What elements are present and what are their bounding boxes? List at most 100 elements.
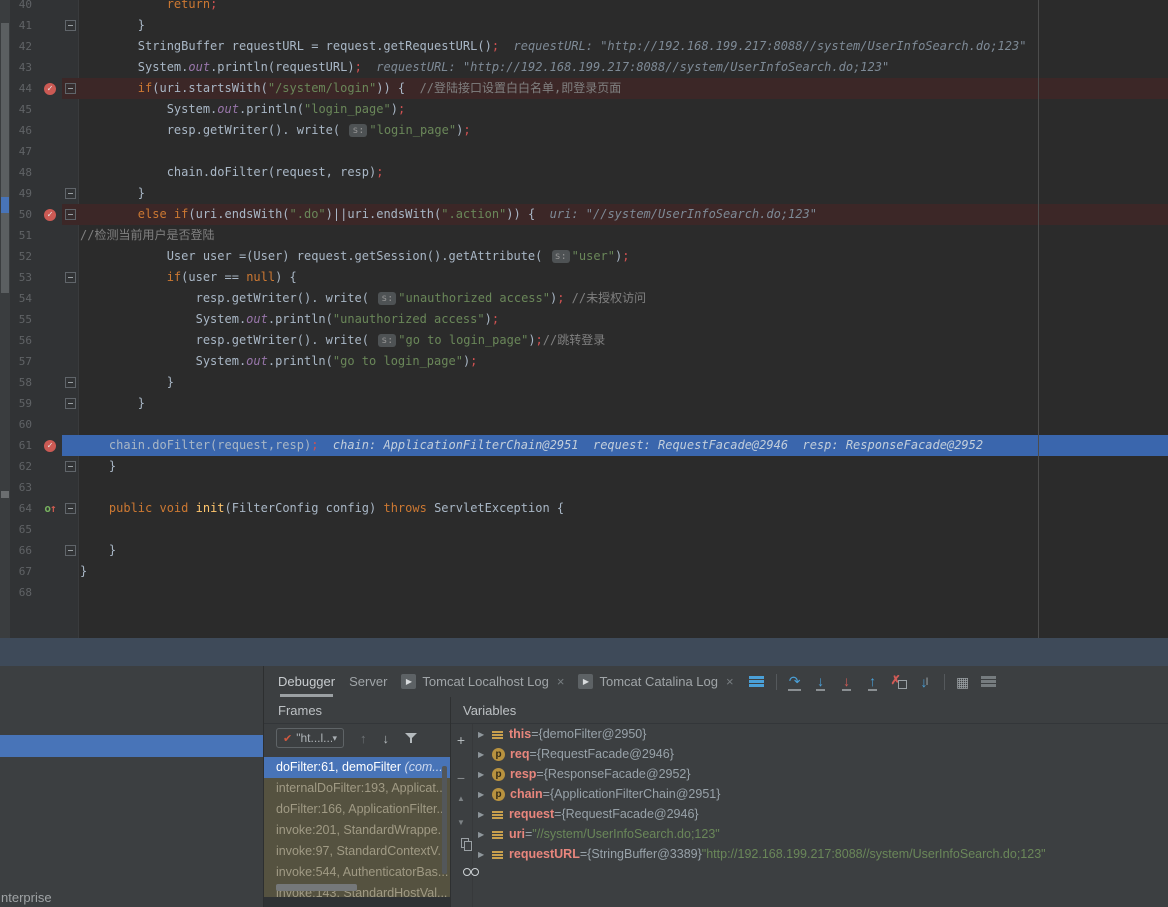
fold-column[interactable] <box>62 78 78 99</box>
gutter-icon-cell[interactable] <box>38 36 62 57</box>
left-tool-panel[interactable]: nterprise <box>0 666 263 907</box>
line-number[interactable]: 54 <box>10 288 38 309</box>
gutter-icon-cell[interactable]: ✓ <box>38 204 62 225</box>
code-line[interactable]: 59 } <box>10 393 1168 414</box>
fold-marker[interactable] <box>65 83 76 94</box>
gutter-icon-cell[interactable]: ✓ <box>38 435 62 456</box>
fold-column[interactable] <box>62 225 78 246</box>
line-number[interactable]: 41 <box>10 15 38 36</box>
fold-marker[interactable] <box>65 398 76 409</box>
gutter-icon-cell[interactable] <box>38 99 62 120</box>
code-line[interactable]: 68 <box>10 582 1168 603</box>
variable-row[interactable]: ▶requestURL = {StringBuffer@3389} "http:… <box>472 844 1168 864</box>
code-editor[interactable]: 40 return;41 }42 StringBuffer requestURL… <box>0 0 1168 638</box>
code-line[interactable]: 57 System.out.println("go to login_page"… <box>10 351 1168 372</box>
frame-row[interactable]: invoke:97, StandardContextV... <box>264 841 450 862</box>
fold-column[interactable] <box>62 561 78 582</box>
fold-column[interactable] <box>62 204 78 225</box>
line-number[interactable]: 48 <box>10 162 38 183</box>
gutter-icon-cell[interactable] <box>38 120 62 141</box>
fold-marker[interactable] <box>65 461 76 472</box>
line-number[interactable]: 66 <box>10 540 38 561</box>
line-number[interactable]: 57 <box>10 351 38 372</box>
code-line[interactable]: 62 } <box>10 456 1168 477</box>
fold-marker[interactable] <box>65 377 76 388</box>
code-line[interactable]: 65 <box>10 519 1168 540</box>
expand-arrow-icon[interactable]: ▶ <box>478 790 492 799</box>
code-line[interactable]: 58 } <box>10 372 1168 393</box>
line-number[interactable]: 50 <box>10 204 38 225</box>
fold-column[interactable] <box>62 435 78 456</box>
gutter-icon-cell[interactable] <box>38 477 62 498</box>
gutter-icon-cell[interactable] <box>38 162 62 183</box>
force-step-into-icon[interactable]: ↓ <box>838 673 856 691</box>
gutter-icon-cell[interactable] <box>38 414 62 435</box>
move-watch-down-icon[interactable]: ▼ <box>450 818 472 827</box>
fold-marker[interactable] <box>65 188 76 199</box>
code-line[interactable]: 45 System.out.println("login_page"); <box>10 99 1168 120</box>
code-line[interactable]: 66 } <box>10 540 1168 561</box>
gutter-icon-cell[interactable] <box>38 372 62 393</box>
move-watch-up-icon[interactable]: ▲ <box>450 794 472 803</box>
fold-column[interactable] <box>62 15 78 36</box>
fold-column[interactable] <box>62 246 78 267</box>
fold-column[interactable] <box>62 477 78 498</box>
line-number[interactable]: 52 <box>10 246 38 267</box>
gutter-icon-cell[interactable] <box>38 330 62 351</box>
variable-row[interactable]: ▶presp = {ResponseFacade@2952} <box>472 764 1168 784</box>
frames-vertical-scrollbar[interactable] <box>442 766 447 874</box>
fold-column[interactable] <box>62 540 78 561</box>
fold-marker[interactable] <box>65 545 76 556</box>
code-line[interactable]: 61✓ chain.doFilter(request,resp); chain:… <box>10 435 1168 456</box>
gutter-icon-cell[interactable] <box>38 246 62 267</box>
line-number[interactable]: 43 <box>10 57 38 78</box>
gutter-icon-cell[interactable] <box>38 582 62 603</box>
fold-marker[interactable] <box>65 503 76 514</box>
add-watch-icon[interactable]: + <box>450 732 472 748</box>
line-number[interactable]: 67 <box>10 561 38 582</box>
layout-settings-icon[interactable] <box>980 676 998 688</box>
gutter-icon-cell[interactable] <box>38 456 62 477</box>
code-line[interactable]: 63 <box>10 477 1168 498</box>
line-number[interactable]: 61 <box>10 435 38 456</box>
fold-column[interactable] <box>62 141 78 162</box>
threads-view-icon[interactable] <box>748 676 766 688</box>
fold-column[interactable] <box>62 162 78 183</box>
variable-row[interactable]: ▶preq = {RequestFacade@2946} <box>472 744 1168 764</box>
fold-column[interactable] <box>62 519 78 540</box>
remove-watch-icon[interactable]: − <box>450 770 472 786</box>
code-line[interactable]: 42 StringBuffer requestURL = request.get… <box>10 36 1168 57</box>
fold-column[interactable] <box>62 99 78 120</box>
frame-row[interactable]: doFilter:166, ApplicationFilter... <box>264 799 450 820</box>
expand-arrow-icon[interactable]: ▶ <box>478 850 492 859</box>
fold-column[interactable] <box>62 456 78 477</box>
variable-row[interactable]: ▶uri = "//system/UserInfoSearch.do;123" <box>472 824 1168 844</box>
code-line[interactable]: 67} <box>10 561 1168 582</box>
code-line[interactable]: 60 <box>10 414 1168 435</box>
step-over-icon[interactable]: ↷ <box>786 673 804 691</box>
line-number[interactable]: 63 <box>10 477 38 498</box>
code-line[interactable]: 64o↑ public void init(FilterConfig confi… <box>10 498 1168 519</box>
gutter-icon-cell[interactable]: o↑ <box>38 498 62 519</box>
gutter-icon-cell[interactable] <box>38 561 62 582</box>
code-line[interactable]: 56 resp.getWriter(). write( s:"go to log… <box>10 330 1168 351</box>
evaluate-expression-icon[interactable]: ▦ <box>954 674 972 690</box>
code-line[interactable]: 51//检测当前用户是否登陆 <box>10 225 1168 246</box>
code-line[interactable]: 41 } <box>10 15 1168 36</box>
gutter-icon-cell[interactable] <box>38 57 62 78</box>
line-number[interactable]: 47 <box>10 141 38 162</box>
line-number[interactable]: 64 <box>10 498 38 519</box>
close-icon[interactable]: × <box>726 674 734 689</box>
gutter-icon-cell[interactable] <box>38 15 62 36</box>
tab-server[interactable]: Server <box>349 666 387 697</box>
tab-tomcat-localhost-log[interactable]: ▶Tomcat Localhost Log× <box>401 666 564 697</box>
breakpoint-icon[interactable]: ✓ <box>44 83 56 95</box>
drop-frame-icon[interactable]: ✗ <box>890 674 908 689</box>
gutter-icon-cell[interactable] <box>38 309 62 330</box>
fold-column[interactable] <box>62 288 78 309</box>
left-panel-selected-row[interactable] <box>0 735 263 757</box>
variable-row[interactable]: ▶request = {RequestFacade@2946} <box>472 804 1168 824</box>
line-number[interactable]: 53 <box>10 267 38 288</box>
breakpoint-icon[interactable]: ✓ <box>44 440 56 452</box>
code-line[interactable]: 50✓ else if(uri.endsWith(".do")||uri.end… <box>10 204 1168 225</box>
